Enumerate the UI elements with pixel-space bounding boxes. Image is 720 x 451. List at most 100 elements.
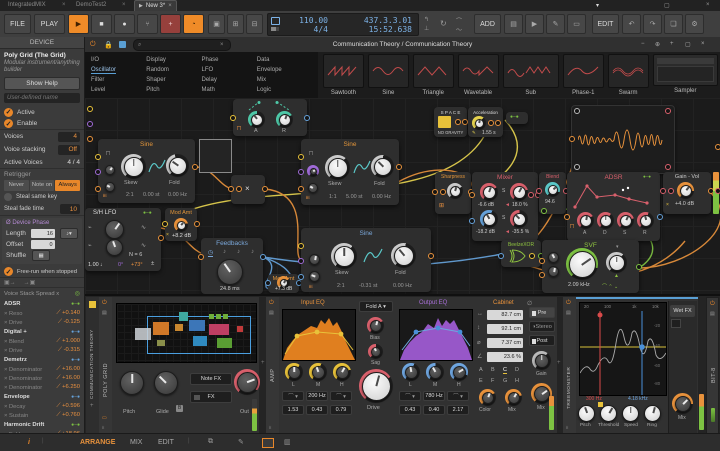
layout-add-button[interactable]: ⊞ bbox=[227, 14, 244, 34]
zoom-in-icon[interactable]: + bbox=[670, 41, 674, 47]
module-mod-amt-2[interactable]: Mod Amt +7.3 dB bbox=[268, 274, 299, 293]
module-space[interactable]: S P A C E NO GRAVITY bbox=[434, 107, 467, 137]
mode-knob[interactable] bbox=[606, 252, 627, 273]
output-eq-high-value[interactable]: 2.17 bbox=[447, 405, 469, 415]
voice-stacking-value[interactable]: Off bbox=[58, 145, 80, 155]
spread-scope-icon[interactable]: ◎ bbox=[75, 290, 80, 297]
mixer-pan1-knob[interactable] bbox=[510, 183, 528, 201]
view-mix-button[interactable]: MIX bbox=[130, 439, 142, 446]
device-name[interactable]: POLY GRID bbox=[103, 337, 109, 397]
mod-amount[interactable]: ⟋ +0.760 bbox=[56, 412, 80, 419]
out-knob[interactable] bbox=[234, 369, 260, 395]
mod-amount[interactable]: ⟋ +6.250 bbox=[56, 384, 80, 391]
mod-amount[interactable]: ⟋ -0.315 bbox=[58, 347, 80, 354]
pan1-value[interactable]: 18.0 % bbox=[512, 202, 528, 208]
gain1-value[interactable]: -6.6 dB bbox=[478, 202, 494, 208]
tree-ring-knob[interactable] bbox=[644, 405, 661, 422]
stop-button[interactable]: ■ bbox=[91, 14, 112, 34]
shuffle-button[interactable]: ▦ bbox=[32, 250, 50, 261]
output-eq-freq[interactable]: 780 Hz bbox=[423, 391, 445, 401]
add-device-icon[interactable]: + bbox=[90, 403, 94, 409]
module-sh-lfo[interactable]: S/H LFO ●–● ⌁ ∿ ⌁ ∿ N = 6 1.00 ♩ 0° +73°… bbox=[85, 208, 161, 271]
attack-knob[interactable] bbox=[248, 111, 265, 128]
export-icon[interactable]: ▶ bbox=[525, 14, 544, 34]
active-checkbox[interactable]: ✓ bbox=[4, 108, 13, 117]
mixer-pan2-knob[interactable] bbox=[510, 210, 528, 228]
ratio-value[interactable]: 1:1 bbox=[329, 194, 337, 200]
add-track-button[interactable]: ADD bbox=[474, 14, 501, 34]
mod-target[interactable]: × Reso bbox=[4, 311, 23, 317]
output-eq-display[interactable] bbox=[399, 309, 473, 361]
pen-tool-icon[interactable]: ✎ bbox=[238, 438, 244, 446]
module-gain-vol[interactable]: Gain - Vol × +4.0 dB bbox=[663, 172, 711, 214]
fx-button[interactable]: FX bbox=[190, 391, 232, 403]
mod-name[interactable]: ADSR bbox=[4, 301, 20, 307]
palette-item-sampler[interactable]: Sampler bbox=[653, 54, 718, 98]
svf-drive-knob[interactable] bbox=[548, 252, 559, 263]
treemonster-freq-hi[interactable]: 4.18 kHz bbox=[628, 396, 648, 402]
release-knob[interactable] bbox=[276, 111, 293, 128]
mod-name[interactable]: Digital + bbox=[4, 329, 27, 335]
fm-knob[interactable] bbox=[308, 183, 318, 193]
record-button[interactable]: ● bbox=[114, 14, 135, 34]
gain-value[interactable]: +4.0 dB bbox=[675, 201, 694, 207]
category-level[interactable]: Level bbox=[91, 87, 146, 93]
gain-knob[interactable] bbox=[677, 182, 694, 199]
pencil-icon[interactable]: ✎ bbox=[472, 130, 476, 136]
delay-time-knob[interactable] bbox=[217, 259, 243, 285]
stereo-button[interactable]: ◑ Stereo bbox=[529, 321, 555, 332]
tree-threshold-knob[interactable] bbox=[600, 405, 617, 422]
phase-knob[interactable] bbox=[309, 254, 320, 265]
mod-amount[interactable]: ⟋ +0.596 bbox=[56, 403, 80, 410]
drive-knob[interactable] bbox=[359, 369, 393, 403]
module-sharpness[interactable]: Sharpness ⊞ bbox=[435, 172, 471, 214]
amount-value[interactable]: +8.2 dB bbox=[172, 233, 191, 239]
play-button[interactable]: ▶ bbox=[68, 14, 89, 34]
file-menu-button[interactable]: FILE bbox=[4, 14, 31, 34]
mod-target[interactable]: × Denominator bbox=[4, 385, 42, 391]
branch-icon[interactable]: ⑂ bbox=[137, 14, 158, 34]
zoom-out-icon[interactable]: − bbox=[641, 41, 645, 47]
release-knob[interactable] bbox=[637, 212, 654, 229]
track-name[interactable]: COMMUNICATION THEORY bbox=[89, 315, 94, 399]
track-header-strip[interactable]: COMMUNICATION THEORY + bbox=[86, 297, 100, 434]
solo-button[interactable]: S bbox=[502, 188, 505, 194]
project-tab[interactable]: DemoTest2 bbox=[76, 2, 106, 8]
accel-value[interactable]: 1.55 s bbox=[482, 130, 496, 136]
retrigger-never-button[interactable]: Never bbox=[4, 180, 29, 191]
freq-value[interactable]: 0.00 Hz bbox=[372, 194, 391, 200]
svf-res-knob[interactable] bbox=[548, 266, 559, 277]
tree-mix-knob[interactable] bbox=[672, 393, 693, 414]
settings-gear-icon[interactable]: ⚙ bbox=[685, 14, 704, 34]
accel-knob[interactable] bbox=[472, 116, 486, 130]
input-eq-mid-value[interactable]: 0.43 bbox=[306, 405, 328, 415]
palette-item-sine[interactable]: Sine bbox=[368, 54, 409, 98]
category-display[interactable]: Display bbox=[146, 57, 201, 63]
category-lfo[interactable]: LFO bbox=[202, 67, 257, 73]
module-blend[interactable]: Blend 94.6 bbox=[539, 172, 566, 214]
folder-icon[interactable]: ▭ bbox=[567, 14, 586, 34]
cab-mix-knob[interactable] bbox=[505, 389, 522, 406]
power-icon[interactable]: ⏻ bbox=[710, 301, 715, 308]
mod-target[interactable]: × Decay bbox=[4, 404, 25, 410]
cab-model-c-selected[interactable]: C bbox=[503, 367, 507, 374]
cab-model-e[interactable]: E bbox=[479, 378, 483, 384]
mod-amount[interactable]: ⟋ +1.000 bbox=[56, 338, 80, 345]
restore-window-icon[interactable]: ▢ bbox=[664, 2, 670, 9]
skew-knob[interactable] bbox=[331, 243, 357, 269]
save-icon[interactable]: ▤ bbox=[504, 14, 523, 34]
ratio-value[interactable]: 2:1 bbox=[126, 192, 134, 198]
cab-model-d[interactable]: D bbox=[515, 367, 519, 373]
cab-gain-knob[interactable] bbox=[532, 351, 551, 370]
tempo-value[interactable]: 110.00 bbox=[282, 16, 328, 25]
module-svf[interactable]: SVF 2.09 kHz ▾ ▲ ⌒ ⌃ ⌄ bbox=[542, 240, 639, 293]
fold-knob[interactable] bbox=[391, 243, 416, 268]
mod-name[interactable]: Envelope bbox=[4, 394, 30, 400]
close-icon[interactable]: × bbox=[168, 3, 172, 9]
lfo-rate-knob[interactable] bbox=[105, 220, 124, 239]
retrigger-always-button[interactable]: Always bbox=[55, 180, 80, 191]
time-signature[interactable]: 4/4 bbox=[282, 25, 328, 34]
expand-icon[interactable]: ▤ bbox=[566, 310, 571, 316]
mod-target[interactable]: × Blend bbox=[4, 339, 24, 345]
space-pad[interactable] bbox=[438, 116, 451, 128]
